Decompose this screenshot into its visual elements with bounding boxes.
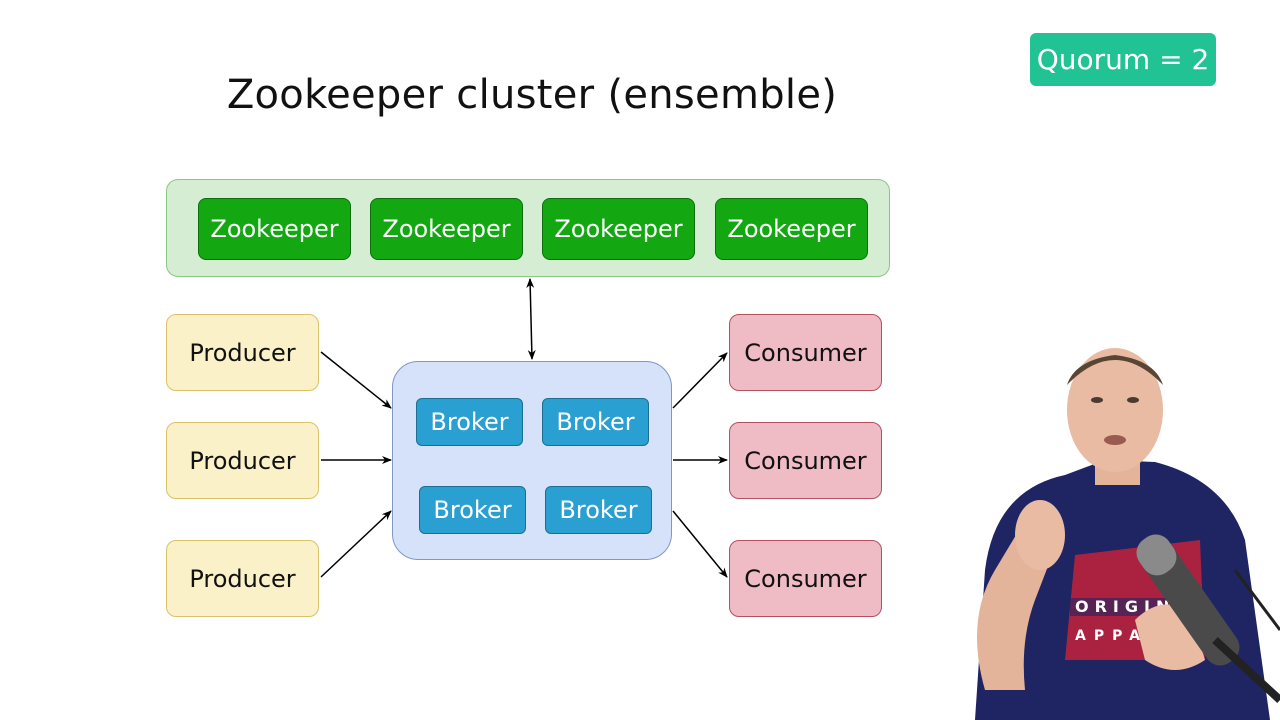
arrow-producer-3: [320, 510, 392, 578]
arrow-zookeeper-broker: [526, 278, 536, 360]
arrow-producer-1: [320, 351, 392, 409]
arrow-consumer-3: [672, 510, 728, 578]
arrow-consumer-1: [672, 352, 728, 409]
presenter-figure: ORIGINAL APPA: [975, 348, 1280, 720]
shirt-text: APPA: [1075, 628, 1148, 644]
presenter-video: ORIGINAL APPA: [975, 348, 1280, 720]
